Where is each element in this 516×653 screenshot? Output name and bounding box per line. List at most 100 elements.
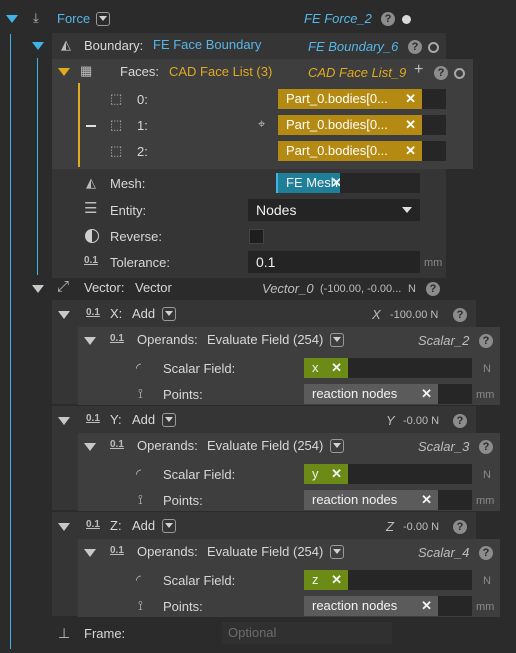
operands-value[interactable]: Evaluate Field (254) xyxy=(207,544,323,560)
scalar-chip-label: z xyxy=(312,572,319,587)
field-icon: 0.1 xyxy=(110,545,124,556)
help-icon[interactable]: ? xyxy=(453,520,467,534)
status-dot xyxy=(402,15,411,24)
boundary-row: ◭ Boundary: FE Face Boundary FE Boundary… xyxy=(0,33,446,59)
component-op[interactable]: Add xyxy=(132,412,155,428)
faces-label: Faces: xyxy=(120,64,160,79)
expand-icon[interactable] xyxy=(84,549,96,557)
operands-dropdown[interactable] xyxy=(330,333,344,347)
component-op[interactable]: Add xyxy=(132,306,155,322)
remove-icon[interactable]: ✕ xyxy=(331,464,342,484)
operands-value[interactable]: Evaluate Field (254) xyxy=(207,332,323,348)
cube-icon: ⬚ xyxy=(110,117,123,132)
component-op[interactable]: Add xyxy=(132,518,155,534)
points-chip[interactable]: reaction nodes ✕ xyxy=(304,490,438,510)
help-icon[interactable]: ? xyxy=(453,308,467,322)
op-dropdown[interactable] xyxy=(162,519,176,533)
points-label: Points: xyxy=(163,387,203,402)
points-field-rest xyxy=(438,490,472,510)
boundary-icon: ◭ xyxy=(61,37,71,52)
tolerance-input[interactable]: 0.1 xyxy=(248,251,420,273)
help-icon[interactable]: ? xyxy=(453,414,467,428)
reverse-checkbox[interactable] xyxy=(249,229,264,244)
scalar-chip[interactable]: y ✕ xyxy=(304,464,348,484)
points-row: ⟟ Points: reaction nodes ✕ mm xyxy=(0,381,500,407)
help-icon[interactable]: ? xyxy=(479,440,493,454)
expand-icon[interactable] xyxy=(58,417,70,425)
remove-icon[interactable]: ✕ xyxy=(405,115,416,135)
minus-icon[interactable] xyxy=(86,125,96,127)
number-icon: 0.1 xyxy=(86,307,100,318)
vector-icon: ⤢ xyxy=(57,278,70,295)
add-icon[interactable]: + xyxy=(414,62,423,78)
expand-icon[interactable] xyxy=(32,285,44,293)
help-icon[interactable]: ? xyxy=(479,334,493,348)
frame-input[interactable]: Optional xyxy=(222,622,392,644)
remove-icon[interactable]: ✕ xyxy=(421,490,432,510)
expand-icon[interactable] xyxy=(6,15,18,23)
mesh-chip[interactable]: FE Mesh ✕ xyxy=(278,173,348,193)
vector-value[interactable]: Vector xyxy=(135,280,172,296)
points-icon: ⟟ xyxy=(138,492,143,507)
force-dropdown[interactable] xyxy=(96,12,110,26)
help-icon[interactable]: ? xyxy=(381,12,395,26)
remove-icon[interactable]: ✕ xyxy=(331,358,342,378)
op-dropdown[interactable] xyxy=(162,307,176,321)
op-dropdown[interactable] xyxy=(162,413,176,427)
mesh-field-rest xyxy=(340,173,420,193)
component-axis: Y: xyxy=(110,412,122,427)
operands-row: 0.1 Operands: Evaluate Field (254) Scala… xyxy=(0,327,500,353)
expand-icon[interactable] xyxy=(32,42,44,50)
operands-row: 0.1 Operands: Evaluate Field (254) Scala… xyxy=(0,433,500,459)
face-chip[interactable]: Part_0.bodies[0... ✕ xyxy=(278,115,422,135)
face-chip[interactable]: Part_0.bodies[0... ✕ xyxy=(278,89,422,109)
expand-icon[interactable] xyxy=(58,523,70,531)
operands-value[interactable]: Evaluate Field (254) xyxy=(207,438,323,454)
remove-icon[interactable]: ✕ xyxy=(405,89,416,109)
pick-icon[interactable]: ⌖ xyxy=(258,117,265,131)
face-chip[interactable]: Part_0.bodies[0... ✕ xyxy=(278,141,422,161)
reverse-icon xyxy=(85,229,99,243)
help-icon[interactable]: ? xyxy=(434,66,448,80)
field-wave-icon: ◜ xyxy=(136,466,142,481)
component-value: -0.00 N xyxy=(403,415,440,427)
faces-value[interactable]: CAD Face List (3) xyxy=(169,64,272,80)
expand-icon[interactable] xyxy=(58,311,70,319)
help-icon[interactable]: ? xyxy=(479,546,493,560)
remove-icon[interactable]: ✕ xyxy=(421,384,432,404)
scalar-chip[interactable]: x ✕ xyxy=(304,358,348,378)
operands-dropdown[interactable] xyxy=(330,545,344,559)
remove-icon[interactable]: ✕ xyxy=(421,596,432,616)
vector-label: Vector: xyxy=(84,280,125,295)
component-y-row: 0.1 Y: Add Y -0.00 N ? xyxy=(0,407,476,433)
scalar-field-rest xyxy=(348,464,472,484)
points-label: Points: xyxy=(163,493,203,508)
faces-name: CAD Face List_9 xyxy=(308,65,407,80)
entity-select[interactable]: Nodes xyxy=(248,199,420,221)
help-icon[interactable]: ? xyxy=(426,282,440,296)
vector-name: Vector_0 xyxy=(262,281,314,296)
scalar-chip-label: x xyxy=(312,360,319,375)
number-icon: 0.1 xyxy=(84,255,98,266)
face-chip-label: Part_0.bodies[0... xyxy=(286,143,388,158)
boundary-value[interactable]: FE Face Boundary xyxy=(153,37,261,53)
points-chip[interactable]: reaction nodes ✕ xyxy=(304,384,438,404)
scalar-label: Scalar Field: xyxy=(163,573,236,588)
frame-placeholder: Optional xyxy=(228,625,277,640)
force-name: FE Force_2 xyxy=(304,11,372,26)
remove-icon[interactable]: ✕ xyxy=(405,141,416,161)
scalar-label: Scalar Field: xyxy=(163,361,236,376)
frame-label: Frame: xyxy=(84,626,126,641)
chevron-down-icon xyxy=(402,207,412,213)
scalar-chip[interactable]: z ✕ xyxy=(304,570,348,590)
help-icon[interactable]: ? xyxy=(408,40,422,54)
remove-icon[interactable]: ✕ xyxy=(331,570,342,590)
expand-icon[interactable] xyxy=(58,68,70,76)
scalar-row: ◜ Scalar Field: x ✕ N xyxy=(0,355,500,381)
expand-icon[interactable] xyxy=(84,337,96,345)
expand-icon[interactable] xyxy=(84,443,96,451)
face-chip-label: Part_0.bodies[0... xyxy=(286,91,388,106)
operands-label: Operands: xyxy=(137,332,198,347)
points-chip[interactable]: reaction nodes ✕ xyxy=(304,596,438,616)
operands-dropdown[interactable] xyxy=(330,439,344,453)
